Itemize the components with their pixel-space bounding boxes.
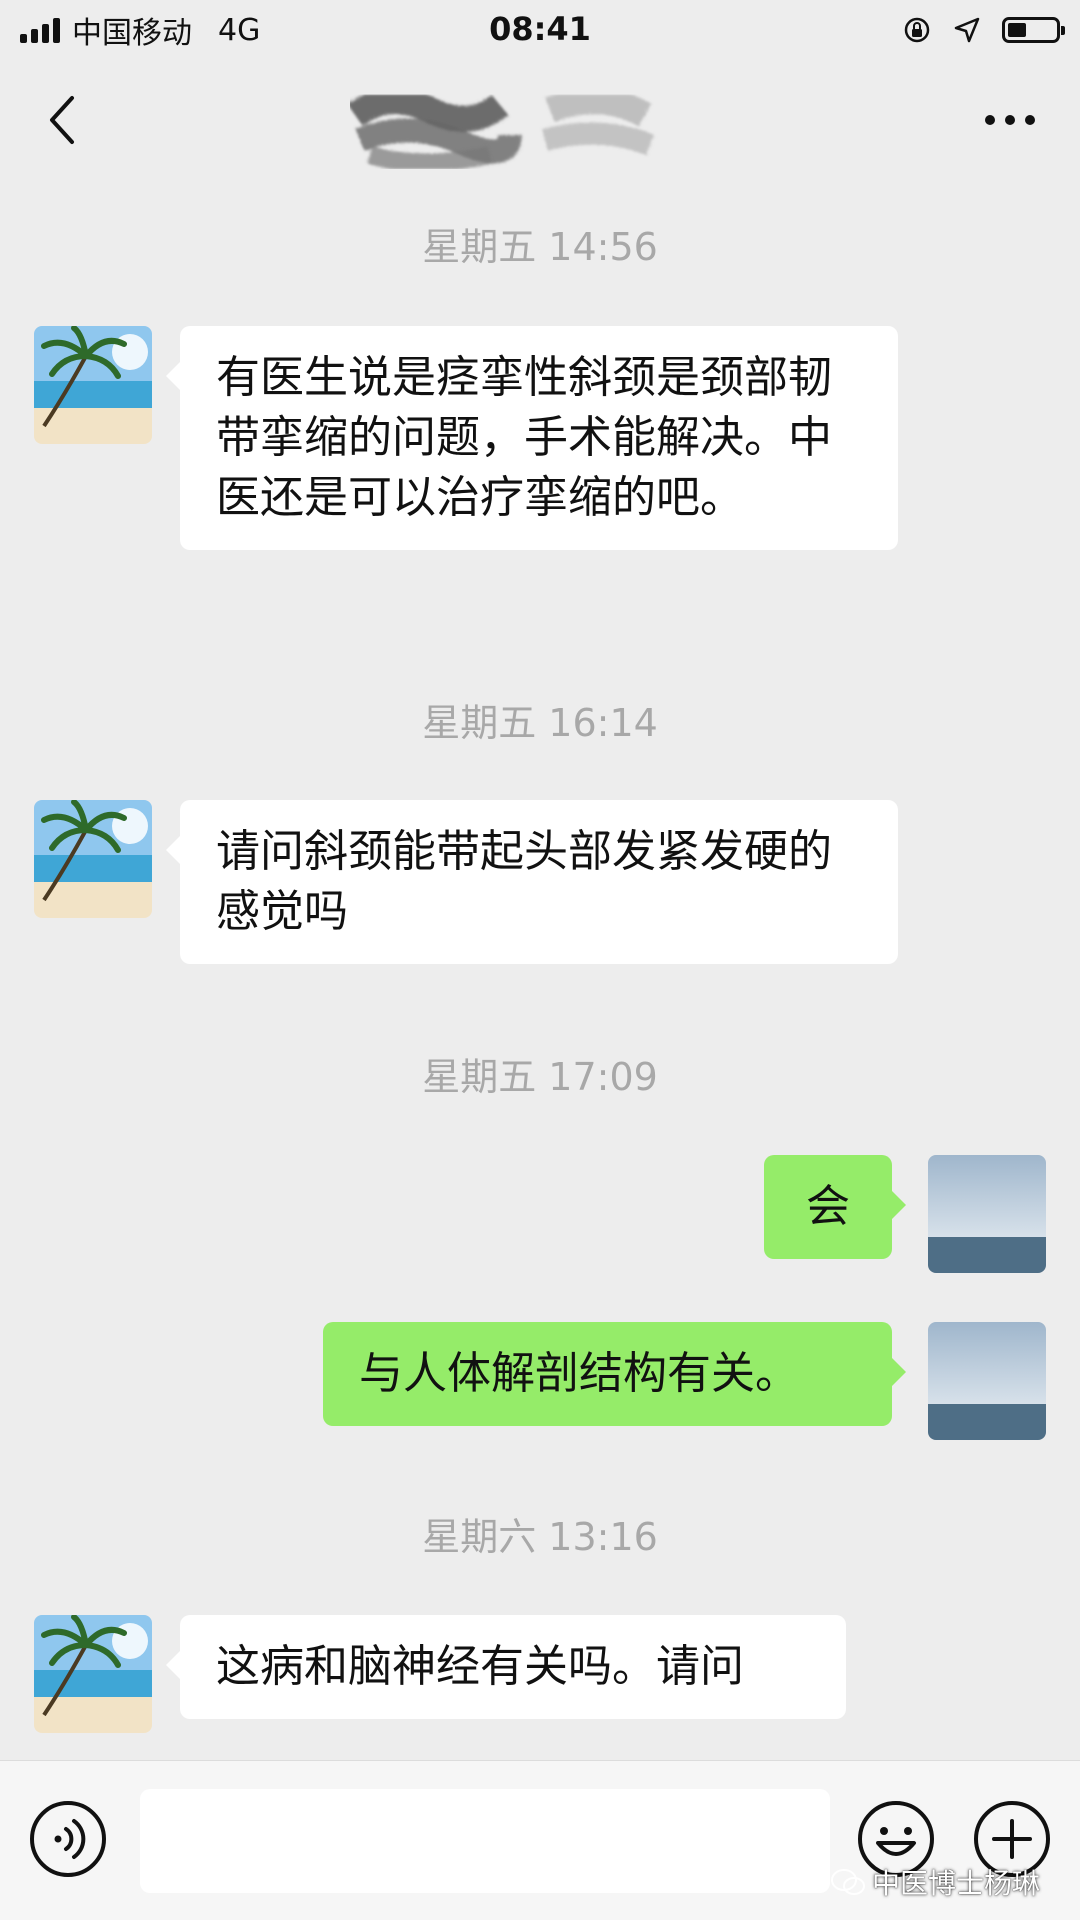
user-avatar[interactable]: [928, 1155, 1046, 1273]
sea-avatar-image: [928, 1322, 1046, 1440]
contact-avatar[interactable]: [34, 800, 152, 918]
watermark-text: 中医博士杨琳: [872, 1867, 1041, 1900]
timestamp: 星期五 14:56: [422, 225, 658, 269]
watermark: 中医博士杨琳: [830, 1862, 1040, 1902]
chat-area[interactable]: 星期五 14:56 有医生说是痉挛性斜颈是颈部韧带挛缩的问题，手术能解决。中医还…: [0, 0, 1080, 1760]
beach-avatar-image: [34, 1615, 152, 1733]
message-bubble-incoming[interactable]: 请问斜颈能带起头部发紧发硬的感觉吗: [166, 800, 898, 964]
contact-avatar[interactable]: [34, 1615, 152, 1733]
voice-icon[interactable]: [28, 1799, 108, 1879]
timestamp: 星期五 17:09: [422, 1055, 658, 1099]
message-bubble-incoming[interactable]: 这病和脑神经有关吗。请问: [166, 1615, 846, 1719]
timestamp: 星期六 13:16: [422, 1515, 658, 1559]
message-bubble-outgoing[interactable]: 与人体解剖结构有关。: [323, 1322, 906, 1426]
user-avatar[interactable]: [928, 1322, 1046, 1440]
timestamp: 星期五 16:14: [422, 701, 658, 745]
beach-avatar-image: [34, 800, 152, 918]
message-bubble-outgoing[interactable]: 会: [764, 1155, 906, 1259]
wechat-logo-icon: [831, 1869, 865, 1895]
message-input[interactable]: [140, 1789, 830, 1893]
contact-avatar[interactable]: [34, 326, 152, 444]
message-bubble-incoming[interactable]: 有医生说是痉挛性斜颈是颈部韧带挛缩的问题，手术能解决。中医还是可以治疗挛缩的吧。: [166, 326, 898, 550]
beach-avatar-image: [34, 326, 152, 444]
sea-avatar-image: [928, 1155, 1046, 1273]
